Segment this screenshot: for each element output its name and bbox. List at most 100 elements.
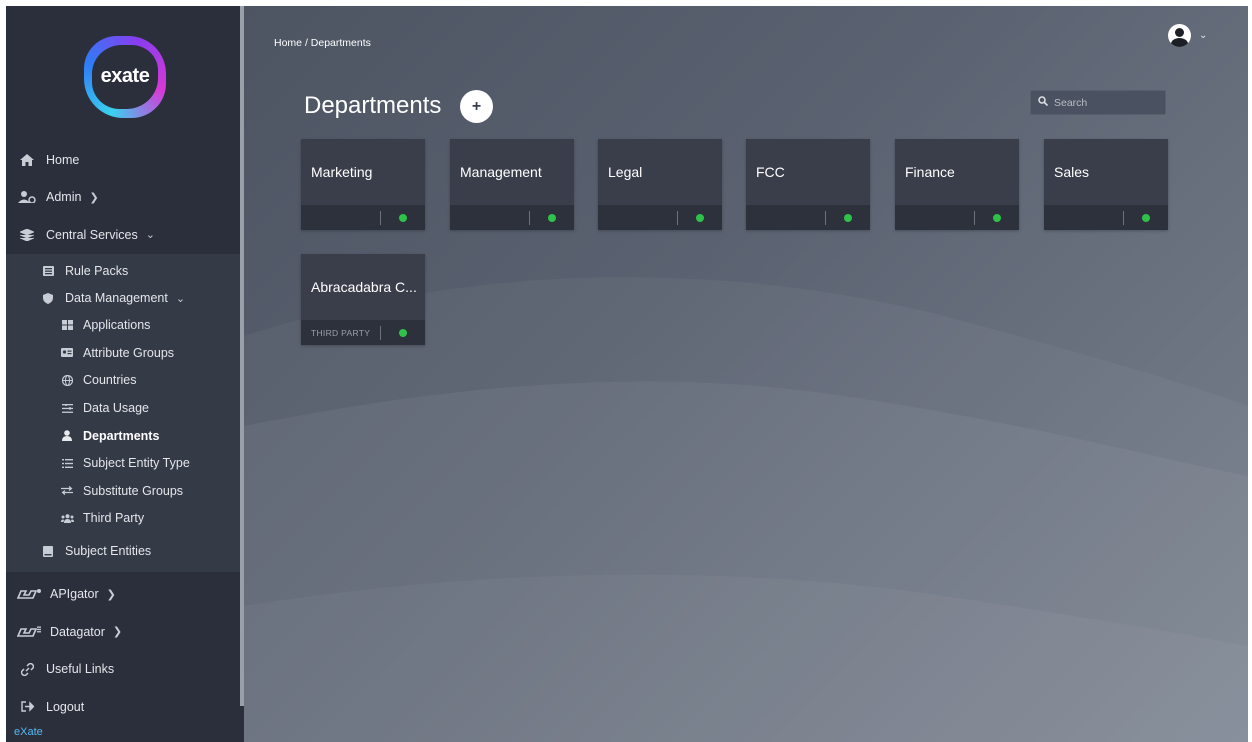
sidebar-item-admin[interactable]: Admin ❯ xyxy=(6,179,244,217)
department-card[interactable]: Legal xyxy=(598,139,722,230)
shield-icon xyxy=(40,292,56,304)
chevron-down-icon: ⌄ xyxy=(145,229,155,242)
footer-brand-link[interactable]: eXate xyxy=(14,726,43,738)
grid-icon xyxy=(60,320,74,331)
status-dot xyxy=(696,214,704,222)
sidebar-item-rule-packs[interactable]: Rule Packs xyxy=(6,258,244,285)
gator-icon xyxy=(16,626,44,638)
exate-logo[interactable]: exate xyxy=(84,35,166,118)
sidebar-item-label: Home xyxy=(46,152,80,167)
sliders-icon xyxy=(60,403,74,413)
department-name: Legal xyxy=(608,164,643,180)
admin-icon xyxy=(16,191,38,204)
search-input[interactable] xyxy=(1054,96,1154,109)
link-icon xyxy=(16,662,38,676)
sidebar-item-label: Data Management xyxy=(65,291,168,305)
breadcrumb-home[interactable]: Home xyxy=(274,37,302,49)
sidebar-item-label: Substitute Groups xyxy=(83,483,184,498)
layers-icon xyxy=(16,228,38,241)
globe-icon xyxy=(60,374,74,386)
search-icon xyxy=(1038,96,1049,109)
sidebar-item-third-party[interactable]: Third Party xyxy=(6,505,244,533)
department-name: Management xyxy=(460,164,542,180)
app-frame: exate Home Admin ❯ Central Services ⌄ Ru… xyxy=(6,6,1248,742)
department-name: FCC xyxy=(756,164,785,180)
rulepacks-icon xyxy=(40,266,56,276)
sidebar-item-label: Third Party xyxy=(83,511,145,526)
users-icon xyxy=(60,514,74,523)
list-icon xyxy=(60,458,74,468)
sidebar-item-subject-entities[interactable]: Subject Entities xyxy=(6,532,244,566)
department-card[interactable]: Management xyxy=(450,139,574,230)
status-dot xyxy=(1142,214,1150,222)
add-department-button[interactable]: + xyxy=(460,90,493,123)
sidebar-item-data-management[interactable]: Data Management ⌄ xyxy=(6,285,244,312)
sidebar-item-central-services[interactable]: Central Services ⌄ xyxy=(6,216,244,254)
status-dot xyxy=(399,214,407,222)
chevron-right-icon: ❯ xyxy=(112,626,123,638)
status-dot xyxy=(844,214,852,222)
sidebar-item-home[interactable]: Home xyxy=(6,141,244,179)
sidebar-item-useful-links[interactable]: Useful Links xyxy=(6,650,244,688)
sidebar: exate Home Admin ❯ Central Services ⌄ Ru… xyxy=(6,6,244,742)
sidebar-item-label: Attribute Groups xyxy=(83,345,175,360)
logo-area: exate xyxy=(6,6,244,141)
sidebar-item-label: APIgator xyxy=(50,587,99,601)
sidebar-item-label: Applications xyxy=(83,318,151,333)
gator-icon xyxy=(16,588,44,600)
sidebar-item-label: Central Services xyxy=(46,227,138,242)
third-party-tag: THIRD PARTY xyxy=(311,328,371,338)
sidebar-item-departments[interactable]: Departments xyxy=(6,422,244,450)
sidebar-item-label: Useful Links xyxy=(46,662,115,676)
chevron-down-icon: ⌄ xyxy=(175,292,186,305)
chevron-down-icon: ⌄ xyxy=(1199,30,1208,41)
sidebar-item-datagator[interactable]: Datagator ❯ xyxy=(6,613,244,651)
breadcrumb-separator: / xyxy=(304,37,308,49)
sidebar-item-applications[interactable]: Applications xyxy=(6,312,244,340)
logo-text: exate xyxy=(100,65,150,87)
user-icon xyxy=(60,430,74,442)
main-content: Home / Departments Departments + ⌄ Marke… xyxy=(244,6,1248,742)
home-icon xyxy=(16,153,38,166)
department-card[interactable]: Finance xyxy=(895,139,1019,230)
sidebar-item-data-usage[interactable]: Data Usage xyxy=(6,394,244,422)
sidebar-item-label: Admin xyxy=(46,190,82,205)
department-card[interactable]: Sales xyxy=(1044,139,1168,230)
department-name: Finance xyxy=(905,164,955,180)
chevron-right-icon: ❯ xyxy=(106,588,116,601)
sidebar-item-attribute-groups[interactable]: Attribute Groups xyxy=(6,339,244,367)
user-menu[interactable]: ⌄ xyxy=(1168,24,1207,47)
department-name: Marketing xyxy=(311,164,373,180)
chevron-right-icon: ❯ xyxy=(89,191,99,204)
status-dot xyxy=(399,329,407,337)
page-title: Departments xyxy=(304,92,442,119)
id-card-icon xyxy=(60,348,74,358)
logout-icon xyxy=(16,701,38,712)
sidebar-item-substitute-groups[interactable]: Substitute Groups xyxy=(6,477,244,505)
sidebar-item-label: Countries xyxy=(83,373,137,388)
sidebar-item-label: Datagator xyxy=(50,624,105,639)
book-icon xyxy=(40,545,56,557)
status-dot xyxy=(548,214,556,222)
department-card[interactable]: Marketing xyxy=(301,139,425,230)
sidebar-item-apigator[interactable]: APIgator ❯ xyxy=(6,575,244,613)
department-name: Sales xyxy=(1054,164,1090,180)
sidebar-item-label: Rule Packs xyxy=(65,264,129,278)
central-services-submenu: Rule Packs Data Management ⌄ Application… xyxy=(6,253,244,573)
search-box[interactable] xyxy=(1030,90,1166,115)
status-dot xyxy=(993,214,1001,222)
sidebar-item-label: Subject Entity Type xyxy=(83,456,190,471)
breadcrumb-current: Departments xyxy=(310,37,371,49)
department-card[interactable]: Abracadabra C... THIRD PARTY xyxy=(301,254,425,345)
sidebar-item-logout[interactable]: Logout xyxy=(6,688,244,726)
department-name: Abracadabra C... xyxy=(311,279,417,295)
sidebar-item-label: Subject Entities xyxy=(65,544,152,559)
sidebar-item-subject-entity-type[interactable]: Subject Entity Type xyxy=(6,449,244,477)
sidebar-item-label: Departments xyxy=(83,428,160,443)
sidebar-item-label: Data Usage xyxy=(83,401,150,416)
sidebar-item-countries[interactable]: Countries xyxy=(6,367,244,395)
user-avatar-icon xyxy=(1168,24,1191,47)
department-card[interactable]: FCC xyxy=(746,139,870,230)
exchange-icon xyxy=(60,486,74,496)
sidebar-item-label: Logout xyxy=(46,699,85,714)
